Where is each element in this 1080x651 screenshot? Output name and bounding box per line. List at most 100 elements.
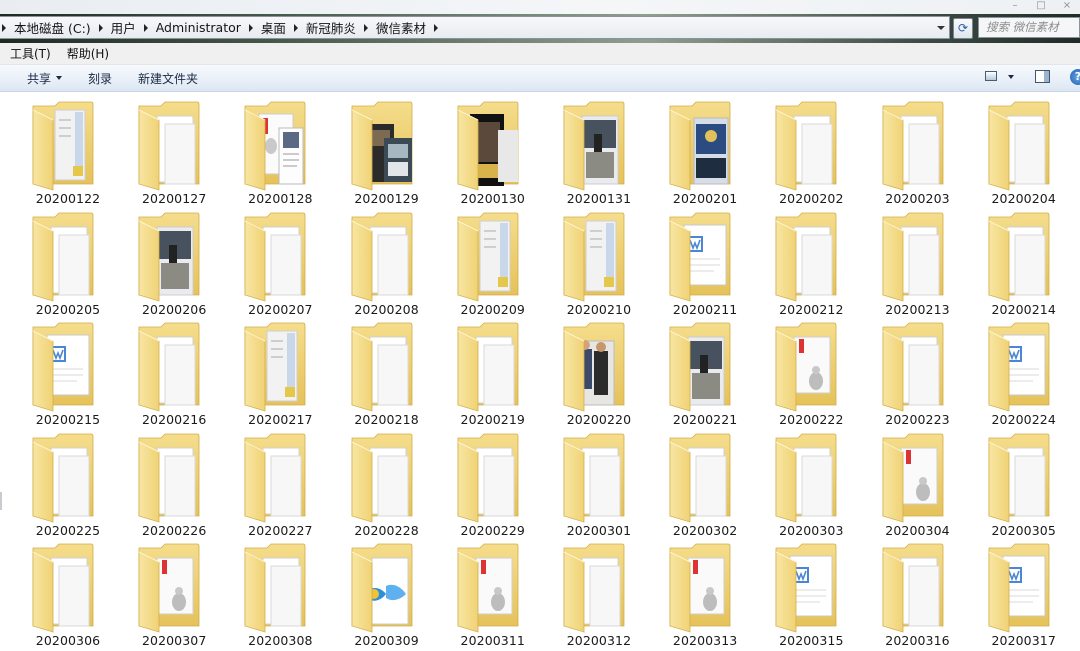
- folder-item[interactable]: 20200129: [334, 98, 440, 208]
- folder-item[interactable]: 20200206: [121, 209, 227, 319]
- folder-item[interactable]: 20200131: [546, 98, 652, 208]
- folder-name: 20200209: [460, 301, 525, 317]
- folder-item[interactable]: 20200127: [121, 98, 227, 208]
- breadcrumb-drive[interactable]: 本地磁盘 (C:): [10, 17, 107, 38]
- folder-item[interactable]: 20200317: [971, 540, 1077, 650]
- folder-item[interactable]: 20200225: [15, 430, 121, 540]
- folder-item[interactable]: 20200212: [758, 209, 864, 319]
- folder-name: 20200205: [35, 301, 101, 317]
- folder-item[interactable]: 20200215: [15, 319, 121, 429]
- folder-item[interactable]: 20200307: [121, 540, 227, 650]
- folder-item[interactable]: 20200208: [334, 209, 440, 319]
- folder-item[interactable]: 20200203: [865, 98, 971, 208]
- folder-icon: [669, 212, 731, 302]
- close-button[interactable]: ×: [1054, 0, 1080, 12]
- folder-item[interactable]: 20200303: [758, 430, 864, 540]
- burn-button[interactable]: 刻录: [75, 70, 125, 87]
- breadcrumb-desktop[interactable]: 桌面: [257, 17, 302, 38]
- breadcrumb-wechat-material[interactable]: 微信素材: [372, 17, 442, 38]
- breadcrumb-arrow-icon[interactable]: [433, 23, 438, 32]
- folder-icon: [775, 322, 837, 412]
- folder-icon: [669, 433, 731, 523]
- folder-item[interactable]: 20200309: [334, 540, 440, 650]
- folder-item[interactable]: 20200311: [440, 540, 546, 650]
- folder-item[interactable]: 20200304: [865, 430, 971, 540]
- breadcrumb-arrow-icon[interactable]: [248, 23, 253, 32]
- folder-item[interactable]: 20200302: [652, 430, 758, 540]
- folder-item[interactable]: 20200202: [758, 98, 864, 208]
- breadcrumb-arrow-icon[interactable]: [98, 23, 103, 32]
- menu-help[interactable]: 帮助(H): [57, 45, 115, 62]
- folder-item[interactable]: 20200223: [865, 319, 971, 429]
- breadcrumb-root-arrow-icon[interactable]: [2, 23, 6, 32]
- folder-item[interactable]: 20200308: [227, 540, 333, 650]
- breadcrumb-arrow-icon[interactable]: [363, 23, 368, 32]
- folder-icon: [882, 543, 943, 633]
- menu-tools[interactable]: 工具(T): [0, 45, 57, 62]
- maximize-button[interactable]: □: [1028, 0, 1054, 12]
- folder-item[interactable]: 20200315: [758, 540, 864, 650]
- folder-item[interactable]: 20200316: [865, 540, 971, 650]
- new-folder-button[interactable]: 新建文件夹: [125, 70, 211, 87]
- folder-item[interactable]: 20200221: [652, 319, 758, 429]
- preview-pane-icon[interactable]: [1035, 70, 1050, 83]
- folder-item[interactable]: 20200222: [758, 319, 864, 429]
- refresh-icon[interactable]: ⟳: [953, 18, 973, 39]
- folder-item[interactable]: 20200213: [865, 209, 971, 319]
- folder-icon: [669, 543, 731, 633]
- folder-item[interactable]: 20200218: [334, 319, 440, 429]
- address-history-dropdown-icon[interactable]: [934, 19, 948, 36]
- folder-name: 20200208: [354, 301, 419, 317]
- folder-item[interactable]: 20200312: [546, 540, 652, 650]
- folder-item[interactable]: 20200205: [15, 209, 121, 319]
- folder-icon: [351, 543, 412, 633]
- search-input[interactable]: 搜索 微信素材: [978, 17, 1080, 38]
- folder-item[interactable]: 20200219: [440, 319, 546, 429]
- folder-grid: 20200122 20200127 20200128 20200129 20200130…: [0, 92, 1080, 651]
- help-icon[interactable]: ?: [1070, 69, 1080, 85]
- folder-item[interactable]: 20200214: [971, 209, 1077, 319]
- folder-item[interactable]: 20200224: [971, 319, 1077, 429]
- folder-item[interactable]: 20200209: [440, 209, 546, 319]
- breadcrumb-users[interactable]: 用户: [107, 17, 152, 38]
- folder-item[interactable]: 20200228: [334, 430, 440, 540]
- folder-item[interactable]: 20200313: [652, 540, 758, 650]
- breadcrumb-arrow-icon[interactable]: [293, 23, 298, 32]
- share-button[interactable]: 共享: [14, 70, 75, 87]
- address-bar[interactable]: 本地磁盘 (C:) 用户 Administrator 桌面 新冠肺炎 微信素材: [0, 16, 950, 39]
- breadcrumb-arrow-icon[interactable]: [143, 23, 148, 32]
- minimize-button[interactable]: –: [1002, 0, 1028, 12]
- change-view-icon[interactable]: [985, 71, 997, 81]
- folder-item[interactable]: 20200130: [440, 98, 546, 208]
- folder-item[interactable]: 20200227: [227, 430, 333, 540]
- folder-icon: [775, 433, 837, 523]
- breadcrumb-administrator[interactable]: Administrator: [152, 17, 257, 38]
- folder-icon: [457, 101, 519, 191]
- folder-item[interactable]: 20200217: [227, 319, 333, 429]
- file-list: 20200122 20200127 20200128 20200129 20200130…: [0, 92, 1080, 651]
- folder-name: 20200221: [672, 412, 738, 427]
- menu-bar: 工具(T) 帮助(H): [0, 43, 1080, 65]
- folder-item[interactable]: 20200229: [440, 430, 546, 540]
- folder-name: 20200303: [779, 522, 844, 538]
- breadcrumb-covid-folder[interactable]: 新冠肺炎: [302, 17, 372, 38]
- folder-item[interactable]: 20200201: [652, 98, 758, 208]
- folder-item[interactable]: 20200207: [227, 209, 333, 319]
- folder-item[interactable]: 20200301: [546, 430, 652, 540]
- folder-item[interactable]: 20200210: [546, 209, 652, 319]
- folder-item[interactable]: 20200220: [546, 319, 652, 429]
- folder-item[interactable]: 20200226: [121, 430, 227, 540]
- folder-icon: [32, 212, 94, 302]
- folder-item[interactable]: 20200306: [15, 540, 121, 650]
- folder-item[interactable]: 20200128: [227, 98, 333, 208]
- view-options-dropdown-icon[interactable]: [1008, 75, 1014, 79]
- folder-item[interactable]: 20200204: [971, 98, 1077, 208]
- folder-icon: [563, 433, 625, 523]
- folder-icon: [882, 101, 943, 191]
- folder-name: 20200223: [885, 412, 950, 427]
- folder-item[interactable]: 20200216: [121, 319, 227, 429]
- folder-item[interactable]: 20200305: [971, 430, 1077, 540]
- folder-name: 20200210: [566, 301, 632, 317]
- folder-item[interactable]: 20200211: [652, 209, 758, 319]
- folder-item[interactable]: 20200122: [15, 98, 121, 208]
